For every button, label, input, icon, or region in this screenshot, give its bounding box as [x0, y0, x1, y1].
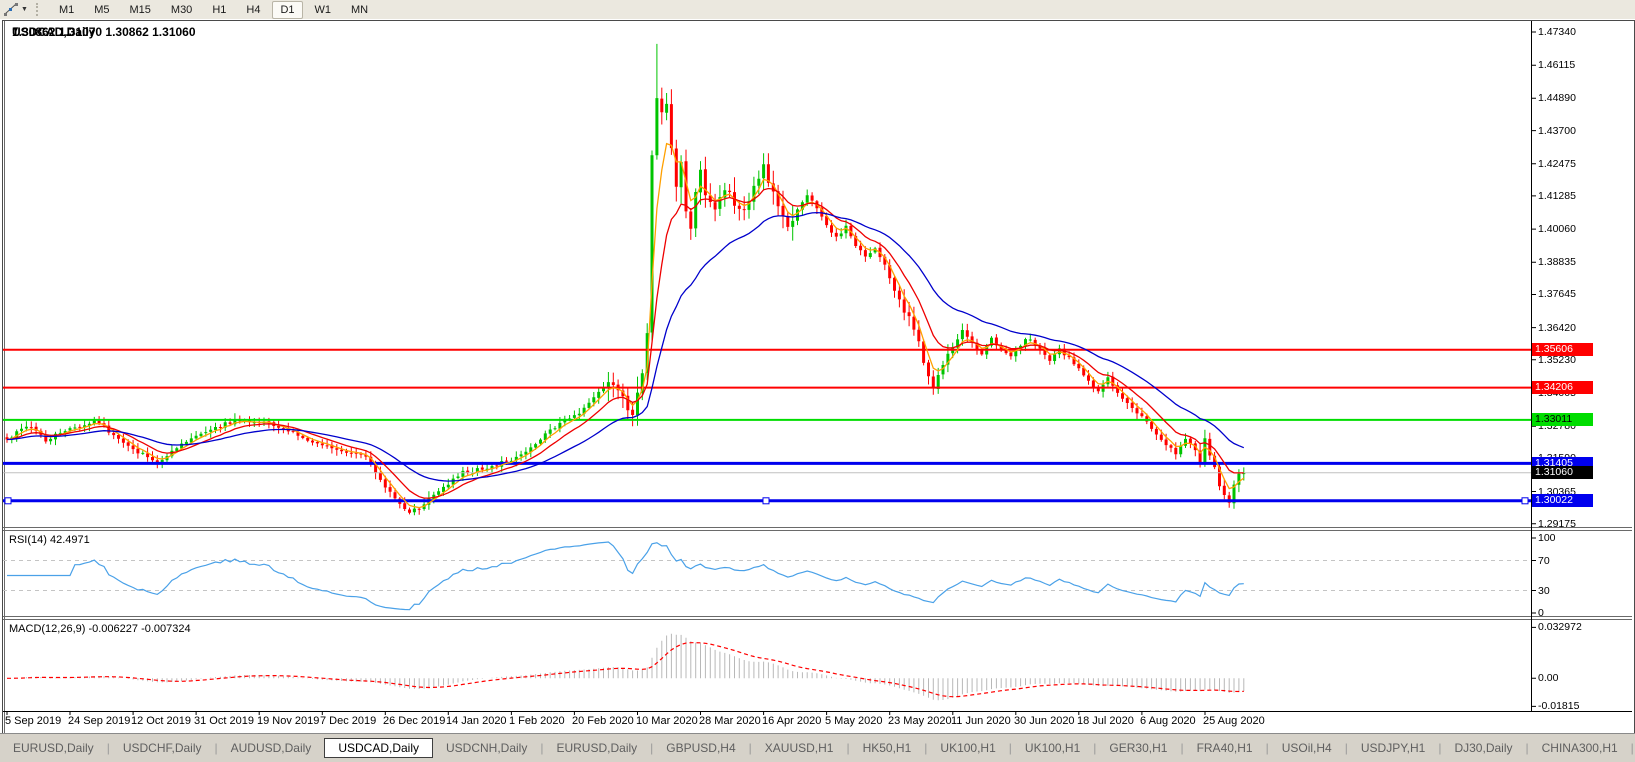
top-toolbar: ▼ M1 M5 M15 M30 H1 H4 D1 W1 MN — [0, 0, 1635, 19]
hline-handle[interactable] — [1521, 497, 1529, 505]
ma-mid-line — [6, 187, 1244, 499]
price-tick: 1.43700 — [1538, 125, 1576, 137]
rsi-tick: 30 — [1538, 585, 1550, 597]
chart-tab-CHINA300-H1[interactable]: CHINA300,H1 — [1529, 738, 1631, 758]
date-tick: 28 Mar 2020 — [699, 715, 761, 727]
rsi-line — [7, 541, 1244, 611]
rsi-tick: 70 — [1538, 555, 1550, 567]
hline-price-chip: 1.34206 — [1532, 381, 1593, 394]
chart-tab-bar: EURUSD,Daily | USDCHF,Daily | AUDUSD,Daily US… — [0, 733, 1635, 762]
date-tick: 12 Oct 2019 — [131, 715, 191, 727]
chart-tab-USDJPY-H1[interactable]: USDJPY,H1 — [1348, 738, 1438, 758]
chart-tab-AUDUSD-Daily[interactable]: AUDUSD,Daily — [218, 738, 325, 758]
date-tick: 5 Sep 2019 — [5, 715, 62, 727]
timeframe-M5-button[interactable]: M5 — [86, 1, 117, 19]
price-tick: 1.37645 — [1538, 288, 1576, 300]
chart-tab-GER30-H1[interactable]: GER30,H1 — [1096, 738, 1180, 758]
current-price-chip: 1.31060 — [1532, 466, 1593, 479]
rsi-label: RSI(14) 42.4971 — [9, 534, 90, 546]
chart-tab-UK100-H1[interactable]: UK100,H1 — [927, 738, 1008, 758]
price-tick: 1.29175 — [1538, 518, 1576, 530]
chart-tab-USDCAD-Daily[interactable]: USDCAD,Daily — [324, 738, 433, 758]
ma-fast-line — [6, 142, 1245, 509]
price-chart[interactable] — [3, 21, 1632, 732]
date-tick: 19 Nov 2019 — [257, 715, 320, 727]
chart-tab-USDCNH-Daily[interactable]: USDCNH,Daily — [433, 738, 540, 758]
chart-tab-EURUSD-Daily[interactable]: EURUSD,Daily — [543, 738, 650, 758]
macd-tick: -0.01815 — [1538, 700, 1580, 712]
hline-price-chip: 1.35606 — [1532, 343, 1593, 356]
chart-tab-USDCHF-Daily[interactable]: USDCHF,Daily — [110, 738, 215, 758]
price-tick: 1.38835 — [1538, 256, 1576, 268]
price-tick: 1.40060 — [1538, 223, 1576, 235]
timeframe-W1-button[interactable]: W1 — [307, 1, 340, 19]
timeframe-buttons: M1 M5 M15 M30 H1 H4 D1 W1 MN — [49, 0, 378, 19]
toolbar-grip[interactable] — [35, 3, 41, 16]
date-tick: 10 Mar 2020 — [636, 715, 698, 727]
chart-tab-EURUSD-Daily[interactable]: EURUSD,Daily — [0, 738, 107, 758]
candles-down — [5, 87, 1231, 515]
timeframe-M30-button[interactable]: M30 — [163, 1, 200, 19]
price-tick: 1.36420 — [1538, 322, 1576, 334]
date-tick: 25 Aug 2020 — [1203, 715, 1265, 727]
date-tick: 5 May 2020 — [825, 715, 883, 727]
chart-tab-USOil-H4[interactable]: USOil,H4 — [1269, 738, 1345, 758]
chart-tab-GBPUSD-H4[interactable]: GBPUSD,H4 — [653, 738, 748, 758]
trendline-tool-icon[interactable] — [3, 2, 19, 17]
chart-tab-XAUUSD-H1[interactable]: XAUUSD,H1 — [752, 738, 847, 758]
chart-tab-FRA40-H1[interactable]: FRA40,H1 — [1184, 738, 1266, 758]
price-tick: 1.44890 — [1538, 92, 1576, 104]
price-tick: 1.47340 — [1538, 26, 1576, 38]
chart-tab-UK100-H1[interactable]: UK100,H1 — [1012, 738, 1093, 758]
rsi-tick: 100 — [1538, 532, 1556, 544]
date-tick: 26 Dec 2019 — [383, 715, 446, 727]
hline-price-chip: 1.33011 — [1532, 413, 1593, 426]
pane-separators[interactable] — [3, 527, 1632, 620]
date-tick: 7 Dec 2019 — [320, 715, 377, 727]
chart-tab-DJ30-Daily[interactable]: DJ30,Daily — [1441, 738, 1525, 758]
price-tick: 1.46115 — [1538, 59, 1576, 71]
date-tick: 31 Oct 2019 — [194, 715, 254, 727]
timeframe-MN-button[interactable]: MN — [343, 1, 376, 19]
date-tick: 20 Feb 2020 — [572, 715, 634, 727]
date-tick: 30 Jun 2020 — [1014, 715, 1075, 727]
dropdown-caret-icon[interactable]: ▼ — [21, 6, 28, 13]
timeframe-M15-button[interactable]: M15 — [122, 1, 159, 19]
timeframe-D1-button[interactable]: D1 — [272, 0, 303, 19]
chart-title-ohlc: 1.30862 1.31070 1.30862 1.31060 — [12, 25, 196, 39]
timeframe-H1-button[interactable]: H1 — [204, 1, 234, 19]
date-tick: 1 Feb 2020 — [509, 715, 565, 727]
macd-label: MACD(12,26,9) -0.006227 -0.007324 — [9, 623, 191, 635]
date-tick: 18 Jul 2020 — [1077, 715, 1134, 727]
date-tick: 24 Sep 2019 — [68, 715, 131, 727]
macd-tick: 0.032972 — [1538, 621, 1582, 633]
chart-tab-HK50-H1[interactable]: HK50,H1 — [850, 738, 925, 758]
rsi-tick: 0 — [1538, 607, 1544, 619]
price-tick: 1.42475 — [1538, 158, 1576, 170]
date-tick: 6 Aug 2020 — [1140, 715, 1196, 727]
date-tick: 16 Apr 2020 — [762, 715, 822, 727]
hline-price-chip: 1.30022 — [1532, 494, 1593, 507]
macd-tick: 0.00 — [1538, 672, 1559, 684]
timeframe-M1-button[interactable]: M1 — [51, 1, 82, 19]
timeframe-H4-button[interactable]: H4 — [238, 1, 268, 19]
hline-handle[interactable] — [4, 497, 12, 505]
chart-window: ▼ USDCAD,Daily 1.30862 1.31070 1.30862 1.… — [2, 20, 1635, 735]
hline-handle[interactable] — [762, 497, 770, 505]
date-tick: 14 Jan 2020 — [446, 715, 507, 727]
macd-histogram — [11, 633, 1245, 701]
price-tick: 1.41285 — [1538, 190, 1576, 202]
date-tick: 11 Jun 2020 — [951, 715, 1011, 727]
macd-signal-line — [7, 642, 1244, 698]
date-tick: 23 May 2020 — [888, 715, 952, 727]
